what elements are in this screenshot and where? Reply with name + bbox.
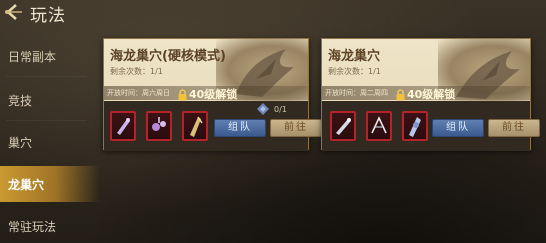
card-actions: 组队 前往 (322, 101, 540, 151)
sidebar-item-label: 竞技 (8, 94, 33, 108)
dragon-crest-icon (256, 101, 270, 115)
open-time: 开放时间：周六周日 (107, 89, 170, 97)
remaining-count: 剩余次数：1/1 (110, 67, 163, 76)
progress-count: 0/1 (274, 105, 287, 114)
unlock-level: 40级解锁 (407, 88, 456, 101)
reward-item-slot[interactable] (146, 111, 172, 141)
sidebar-item-label: 巢穴 (8, 136, 33, 150)
lock-icon (178, 86, 187, 101)
page-title: 玩法 (30, 6, 66, 26)
sidebar-item-label: 常驻玩法 (8, 220, 57, 234)
open-time-bar: 开放时间：周六周日 40级解锁 (104, 86, 308, 101)
sidebar: 日常副本 竞技 巢穴 龙巢穴 常驻玩法 (0, 30, 100, 243)
go-button[interactable]: 前往 (488, 119, 540, 137)
open-time: 开放时间：周二周四 (325, 89, 388, 97)
sidebar-divider (6, 76, 86, 77)
reward-item-slot[interactable] (182, 111, 208, 141)
team-button[interactable]: 组队 (214, 119, 266, 137)
sidebar-divider (6, 120, 86, 121)
remaining-count: 剩余次数：1/1 (328, 67, 381, 76)
lair-card-normal[interactable]: 海龙巢穴 剩余次数：1/1 开放时间：周二周四 40级解锁 组队 前往 (321, 38, 540, 151)
team-button[interactable]: 组队 (432, 119, 484, 137)
sidebar-item-lair[interactable]: 巢穴 (0, 124, 100, 160)
sidebar-item-label: 龙巢穴 (8, 178, 45, 192)
reward-item-slot[interactable] (110, 111, 136, 141)
header: 玩法 (0, 0, 546, 26)
open-time-bar: 开放时间：周二周四 40级解锁 (322, 86, 530, 101)
reward-item-slot[interactable] (402, 111, 428, 141)
card-title: 海龙巢穴(硬核模式) (110, 49, 226, 64)
progress-indicator: 0/1 (256, 101, 310, 121)
back-arrow-icon[interactable] (2, 2, 24, 22)
reward-item-slot[interactable] (330, 111, 356, 141)
lock-icon (396, 86, 405, 101)
go-button[interactable]: 前往 (270, 119, 322, 137)
sidebar-item-label: 日常副本 (8, 50, 57, 64)
sidebar-item-arena[interactable]: 竞技 (0, 82, 100, 118)
reward-item-slot[interactable] (366, 111, 392, 141)
sidebar-item-daily-dungeon[interactable]: 日常副本 (0, 38, 100, 74)
card-title: 海龙巢穴 (328, 49, 381, 64)
unlock-level: 40级解锁 (189, 88, 238, 101)
sidebar-item-permanent-modes[interactable]: 常驻玩法 (0, 208, 100, 243)
sidebar-item-dragon-lair[interactable]: 龙巢穴 (0, 166, 100, 202)
lair-card-hardcore[interactable]: 海龙巢穴(硬核模式) 剩余次数：1/1 开放时间：周六周日 40级解锁 组队 前… (103, 38, 322, 151)
